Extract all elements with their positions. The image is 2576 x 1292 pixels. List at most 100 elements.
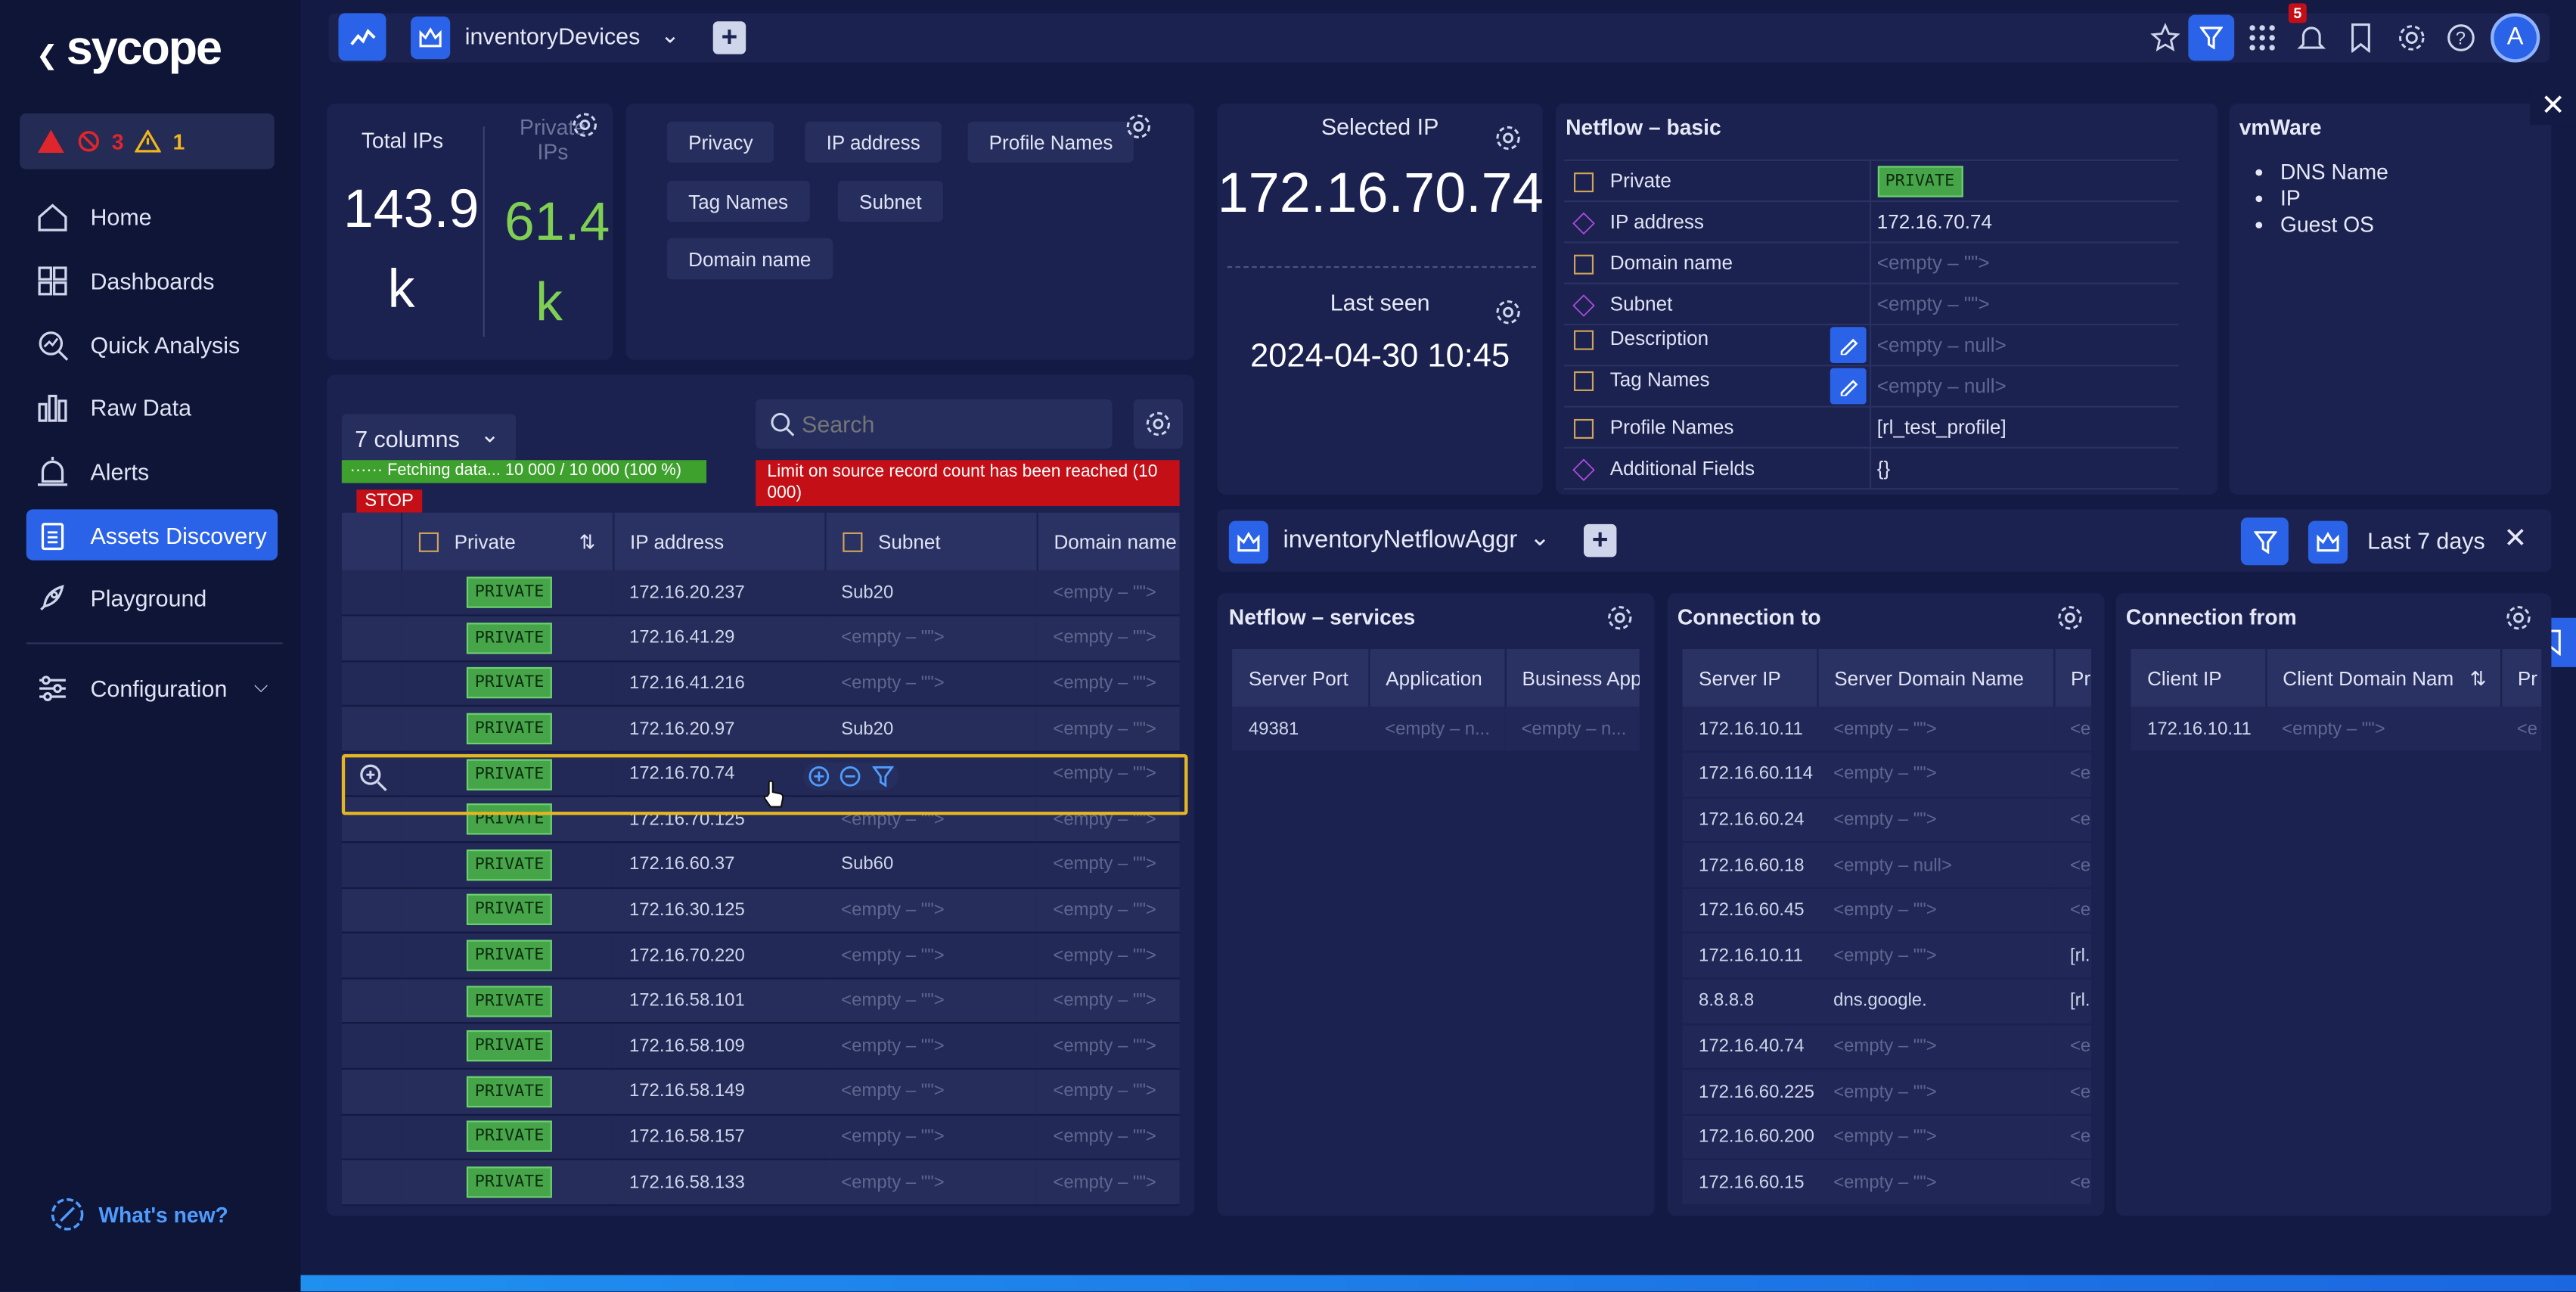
subnet-cell[interactable]: <empty – ""> <box>824 1069 1037 1116</box>
conn-to-header[interactable]: Server Domain Name <box>1817 649 2055 707</box>
sub-dataset-icon-button[interactable] <box>1228 520 1268 564</box>
domain-cell[interactable]: <empty – ""> <box>1036 1069 1180 1116</box>
domain-cell[interactable]: <empty – ""> <box>1036 842 1180 889</box>
field-value[interactable]: {} <box>1868 447 2179 490</box>
table-row[interactable]: PRIVATE 172.16.70.220 <empty – ""> <empty –… <box>341 933 1180 980</box>
connection-to-row[interactable]: 8.8.8.8 dns.google. [rl. <box>1682 978 2092 1025</box>
domain-cell[interactable]: <empty – ""> <box>1036 1023 1180 1070</box>
domain-cell[interactable]: <empty – ""> <box>1036 1114 1180 1161</box>
field-value[interactable]: <empty – ""> <box>1868 283 2179 326</box>
services-header[interactable]: Server Port <box>1232 649 1370 707</box>
row-select-cell[interactable] <box>341 1023 402 1070</box>
connection-to-row[interactable]: 172.16.60.15 <empty – ""> <e <box>1682 1160 2092 1207</box>
last-seen-settings-icon[interactable] <box>1494 297 1523 327</box>
table-row[interactable]: PRIVATE 172.16.60.37 Sub60 <empty – ""> <box>341 842 1180 889</box>
domain-cell[interactable]: <empty – ""> <box>1036 751 1180 798</box>
ip-cell[interactable]: 172.16.60.37 <box>613 842 825 889</box>
nav-alerts[interactable]: Alerts <box>26 446 278 496</box>
row-select-cell[interactable] <box>341 978 402 1025</box>
domain-cell[interactable]: <empty – ""> <box>1036 978 1180 1025</box>
ip-cell[interactable]: 172.16.20.97 <box>613 706 825 753</box>
row-select-cell[interactable] <box>341 706 402 753</box>
add-dataset-button[interactable]: + <box>712 21 746 54</box>
conn-from-header[interactable]: Client Domain Nam ⇅ <box>2265 649 2502 707</box>
subnet-cell[interactable]: <empty – ""> <box>824 978 1037 1025</box>
ip-cell[interactable]: 172.16.58.109 <box>613 1023 825 1070</box>
table-row[interactable]: PRIVATE 172.16.20.237 Sub20 <empty – ""> <box>341 570 1180 616</box>
collapse-chevron-icon[interactable]: ❮ <box>36 42 58 70</box>
filter-chip-subnet[interactable]: Subnet <box>837 180 943 222</box>
connection-to-row[interactable]: 172.16.60.225 <empty – ""> <e <box>1682 1069 2092 1116</box>
filter-chip-domain-name[interactable]: Domain name <box>666 238 833 280</box>
subnet-cell[interactable]: Sub20 <box>824 570 1037 616</box>
conn-to-header[interactable]: Server IP <box>1682 649 1818 707</box>
ip-cell[interactable]: 172.16.70.74 <box>613 751 825 798</box>
ip-cell[interactable]: 172.16.41.216 <box>613 660 825 707</box>
time-range-icon-button[interactable] <box>2308 520 2348 564</box>
clear-range-icon[interactable]: ✕ <box>2503 523 2527 555</box>
star-icon[interactable] <box>2146 18 2185 57</box>
nav-playground[interactable]: Playground <box>26 572 278 623</box>
filters-settings-icon[interactable] <box>1124 112 1153 141</box>
ip-cell[interactable]: 172.16.58.133 <box>613 1159 825 1206</box>
row-select-cell[interactable] <box>341 660 402 707</box>
zoom-in-icon[interactable] <box>358 762 388 792</box>
field-value[interactable]: [rl_test_profile] <box>1868 406 2179 449</box>
field-value[interactable]: <empty – ""> <box>1868 242 2179 284</box>
sort-desc-icon[interactable]: ⇅ <box>2470 666 2487 689</box>
sub-dataset-dropdown-icon[interactable]: ⌄ <box>1529 523 1550 552</box>
row-select-cell[interactable] <box>341 1114 402 1161</box>
services-row[interactable]: 49381 <empty – n... <empty – n... <box>1232 707 1640 753</box>
subnet-cell[interactable]: <empty – ""> <box>824 1114 1037 1161</box>
edit-button[interactable] <box>1829 368 1866 405</box>
domain-cell[interactable]: <empty – ""> <box>1036 706 1180 753</box>
connection-from-settings-icon[interactable] <box>2503 603 2533 632</box>
row-select-cell[interactable] <box>341 570 402 616</box>
ip-cell[interactable]: 172.16.20.237 <box>613 570 825 616</box>
selected-ip-settings-icon[interactable] <box>1494 123 1523 153</box>
connection-to-row[interactable]: 172.16.60.200 <empty – ""> <e <box>1682 1114 2092 1161</box>
nav-assets-discovery[interactable]: Assets Discovery <box>26 509 278 561</box>
apps-grid-icon[interactable] <box>2242 18 2282 57</box>
search-input[interactable] <box>802 407 1098 441</box>
row-select-cell[interactable] <box>341 887 402 934</box>
table-row[interactable]: PRIVATE 172.16.58.133 <empty – ""> <empty –… <box>341 1159 1180 1206</box>
subnet-cell[interactable]: <empty – ""> <box>824 615 1037 662</box>
column-header-subnet[interactable]: Subnet <box>824 512 1038 570</box>
user-avatar[interactable]: A <box>2491 13 2540 63</box>
stats-settings-icon[interactable] <box>570 110 600 140</box>
services-settings-icon[interactable] <box>1605 603 1634 632</box>
services-header[interactable]: Business App <box>1504 649 1640 707</box>
add-sub-dataset-button[interactable]: + <box>1584 523 1617 557</box>
row-select-cell[interactable] <box>341 797 402 843</box>
ip-cell[interactable]: 172.16.70.125 <box>613 797 825 843</box>
column-header-private[interactable]: Private ⇅ <box>401 512 614 570</box>
table-row[interactable]: PRIVATE 172.16.41.216 <empty – ""> <empty –… <box>341 660 1180 707</box>
activity-button[interactable] <box>338 13 386 61</box>
filter-button[interactable] <box>2188 14 2235 61</box>
column-header-domain-name[interactable]: Domain name <box>1036 512 1181 570</box>
domain-cell[interactable]: <empty – ""> <box>1036 1159 1180 1206</box>
field-value[interactable]: PRIVATE <box>1868 160 2179 203</box>
conn-from-header[interactable]: Client IP <box>2131 649 2267 707</box>
nav-configuration[interactable]: Configuration ⌵ <box>26 662 278 713</box>
domain-cell[interactable]: <empty – ""> <box>1036 660 1180 707</box>
ip-cell[interactable]: 172.16.70.220 <box>613 933 825 980</box>
field-value[interactable]: 172.16.70.74 <box>1868 201 2179 244</box>
ip-cell[interactable]: 172.16.30.125 <box>613 887 825 934</box>
close-panel-icon[interactable]: ✕ <box>2530 85 2576 126</box>
bell-icon[interactable] <box>2292 18 2331 57</box>
services-header[interactable]: Application <box>1368 649 1506 707</box>
nav-raw-data[interactable]: Raw Data <box>26 381 278 432</box>
field-value[interactable]: <empty – null> <box>1868 325 2179 367</box>
domain-cell[interactable]: <empty – ""> <box>1036 933 1180 980</box>
ip-cell[interactable]: 172.16.41.29 <box>613 615 825 662</box>
bookmark-icon[interactable] <box>2341 18 2380 57</box>
subnet-cell[interactable]: Sub60 <box>824 842 1037 889</box>
sort-asc-icon[interactable]: ⇅ <box>579 530 596 553</box>
nav-home[interactable]: Home <box>26 191 278 241</box>
row-select-cell[interactable] <box>341 1159 402 1206</box>
filter-chip-profile-names[interactable]: Profile Names <box>967 121 1134 163</box>
field-value[interactable]: <empty – null> <box>1868 365 2179 408</box>
table-row[interactable]: PRIVATE 172.16.58.109 <empty – ""> <empty –… <box>341 1023 1180 1070</box>
